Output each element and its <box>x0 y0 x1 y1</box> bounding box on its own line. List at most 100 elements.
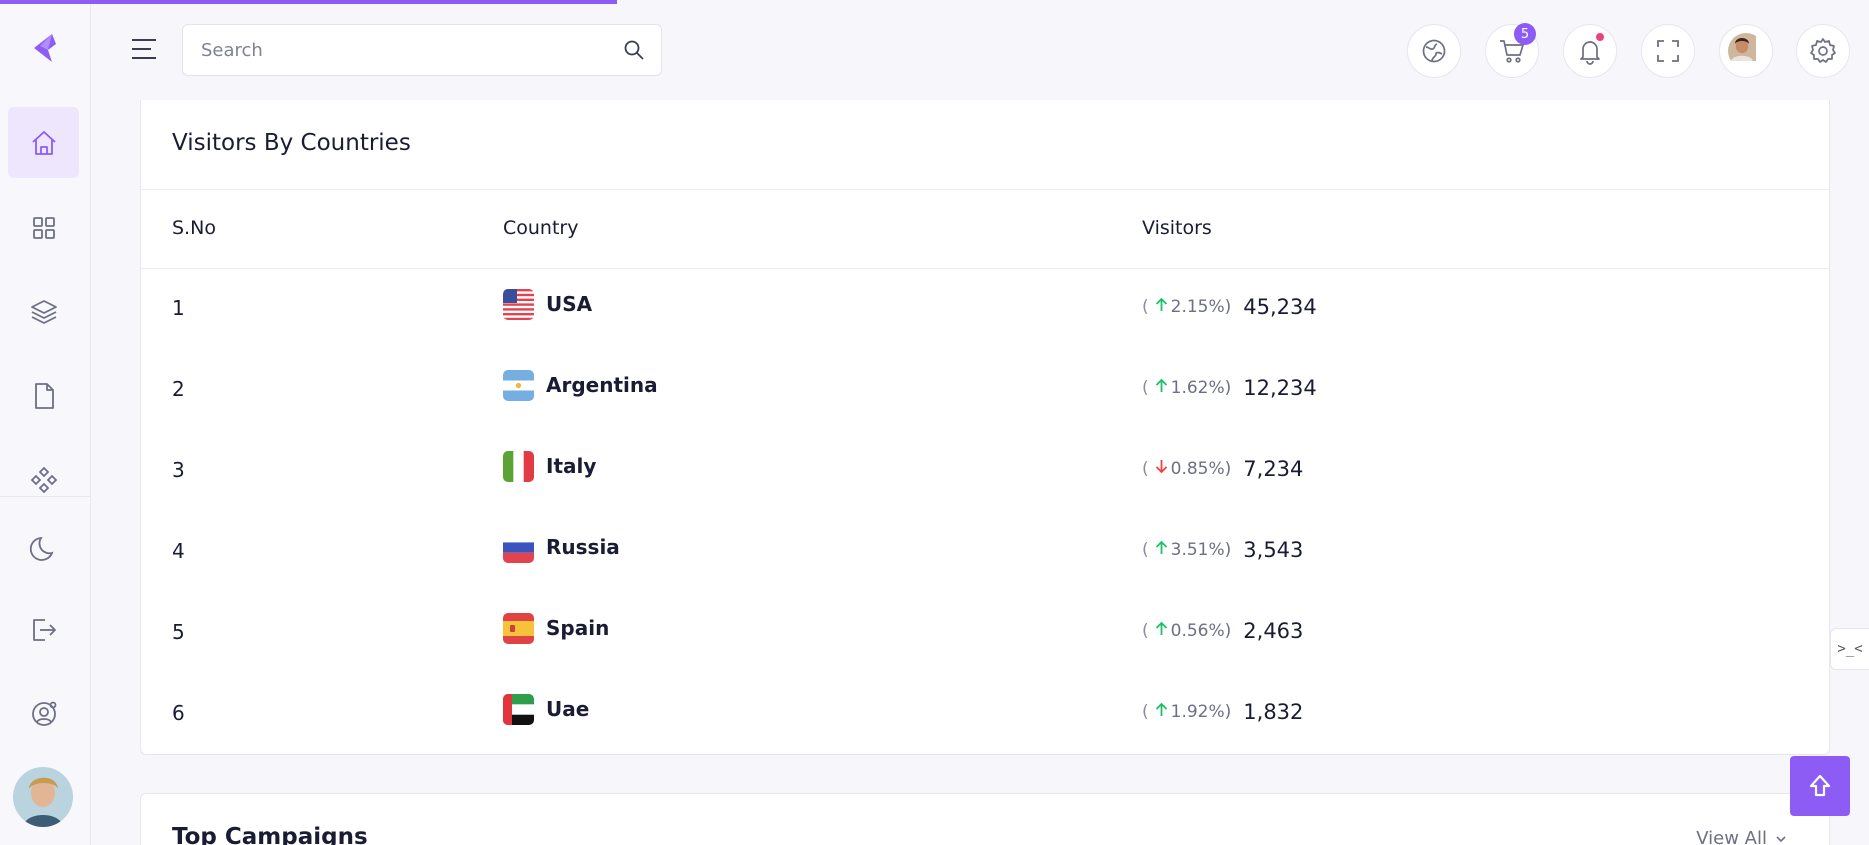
notifications-button[interactable] <box>1563 24 1617 78</box>
row-sno: 5 <box>172 620 185 644</box>
country-name: USA <box>546 292 593 316</box>
fullscreen-button[interactable] <box>1641 24 1695 78</box>
sidebar-item-account-settings[interactable] <box>8 678 79 749</box>
view-all-label: View All <box>1696 828 1767 845</box>
sidebar-divider <box>0 496 90 497</box>
row-country: Italy <box>503 450 596 482</box>
visitor-count: 1,832 <box>1243 700 1304 724</box>
visitor-count: 45,234 <box>1243 295 1317 319</box>
change-open-paren: ( <box>1142 702 1149 722</box>
table-row: 2 Argentina (1.62%) 12,234 <box>141 351 1829 432</box>
country-name: Argentina <box>546 373 658 397</box>
row-sno: 3 <box>172 458 185 482</box>
row-country: Argentina <box>503 369 658 401</box>
hamburger-menu-icon[interactable] <box>129 34 159 64</box>
moon-icon <box>29 536 53 561</box>
top-header: 5 <box>91 0 1869 100</box>
country-flag-icon <box>503 531 534 563</box>
change-open-paren: ( <box>1142 540 1149 560</box>
row-country: Russia <box>503 531 620 563</box>
trend-down-icon <box>1149 458 1171 480</box>
visitor-change: (1.92%) <box>1142 701 1231 723</box>
row-visitors: (3.51%) 3,543 <box>1142 535 1303 565</box>
cart-button[interactable]: 5 <box>1485 23 1539 78</box>
page-load-progress <box>0 0 1869 4</box>
row-visitors: (1.92%) 1,832 <box>1142 697 1303 727</box>
sidebar-item-pages[interactable] <box>8 360 79 431</box>
row-sno: 1 <box>172 296 185 320</box>
row-visitors: (0.56%) 2,463 <box>1142 616 1303 646</box>
row-country: Spain <box>503 612 609 644</box>
visitor-change: (3.51%) <box>1142 539 1231 561</box>
sidebar-item-logout[interactable] <box>8 594 79 665</box>
code-toggle-icon: >_< <box>1837 641 1863 657</box>
row-sno: 4 <box>172 539 185 563</box>
components-icon <box>30 466 57 493</box>
change-percent: 0.85%) <box>1170 459 1232 479</box>
back-to-top-button[interactable] <box>1790 756 1850 816</box>
row-country: USA <box>503 288 592 320</box>
country-flag-icon <box>503 369 534 401</box>
row-sno: 6 <box>172 701 185 725</box>
search-input[interactable] <box>183 25 583 75</box>
change-percent: 1.62%) <box>1170 378 1232 398</box>
trend-up-icon <box>1149 296 1171 318</box>
row-sno: 2 <box>172 377 185 401</box>
country-name: Russia <box>546 535 620 559</box>
row-visitors: (2.15%) 45,234 <box>1142 292 1317 322</box>
visitor-count: 3,543 <box>1243 538 1304 562</box>
settings-button[interactable] <box>1796 24 1850 78</box>
globe-icon <box>1422 39 1446 63</box>
card-divider <box>141 189 1829 190</box>
file-icon <box>34 382 54 409</box>
trend-up-icon <box>1149 377 1171 399</box>
user-settings-icon <box>31 701 56 726</box>
fullscreen-icon <box>1657 40 1679 62</box>
sidebar-item-home[interactable] <box>8 107 79 178</box>
arrow-up-icon <box>1809 774 1831 797</box>
notification-dot <box>1596 33 1604 41</box>
profile-button[interactable] <box>1719 24 1773 78</box>
change-percent: 3.51%) <box>1170 540 1232 560</box>
sidebar-item-dashboards[interactable] <box>8 192 79 263</box>
visitors-by-countries-card: Visitors By Countries S.No Country Visit… <box>140 100 1830 755</box>
row-visitors: (1.62%) 12,234 <box>1142 373 1317 403</box>
visitor-change: (1.62%) <box>1142 377 1231 399</box>
language-button[interactable] <box>1407 24 1461 78</box>
page-load-progress-fill <box>0 0 617 4</box>
cart-count-badge: 5 <box>1514 23 1536 45</box>
row-visitors: (0.85%) 7,234 <box>1142 454 1303 484</box>
brand-logo-icon[interactable] <box>26 30 62 66</box>
change-open-paren: ( <box>1142 621 1149 641</box>
column-header-sno: S.No <box>172 217 216 239</box>
sidebar <box>0 0 91 845</box>
column-header-visitors: Visitors <box>1142 217 1212 239</box>
trend-up-icon <box>1149 701 1171 723</box>
country-flag-icon <box>503 693 534 725</box>
gear-icon <box>1810 38 1836 63</box>
user-avatar[interactable] <box>13 767 73 827</box>
home-icon <box>31 130 56 155</box>
table-row: 5 Spain (0.56%) 2,463 <box>141 594 1829 675</box>
table-row: 6 Uae (1.92%) 1,832 <box>141 675 1829 756</box>
view-all-dropdown[interactable]: View All <box>1696 828 1787 845</box>
card-title: Top Campaigns <box>172 824 368 845</box>
bell-icon <box>1580 41 1600 65</box>
sidebar-item-theme-toggle[interactable] <box>8 510 79 581</box>
table-row: 4 Russia (3.51%) 3,543 <box>141 513 1829 594</box>
table-row: 1 USA (2.15%) 45,234 <box>141 270 1829 351</box>
country-name: Italy <box>546 454 597 478</box>
change-open-paren: ( <box>1142 297 1149 317</box>
sidebar-item-layers[interactable] <box>8 276 79 347</box>
visitor-count: 2,463 <box>1243 619 1304 643</box>
settings-panel-toggle[interactable]: >_< <box>1830 628 1869 670</box>
sidebar-item-components[interactable] <box>8 444 79 515</box>
chevron-down-icon <box>1776 835 1786 842</box>
change-open-paren: ( <box>1142 378 1149 398</box>
search-icon[interactable] <box>623 39 645 61</box>
card-title: Visitors By Countries <box>172 130 411 156</box>
row-country: Uae <box>503 693 589 725</box>
grid-icon <box>32 216 55 239</box>
country-name: Uae <box>546 697 590 721</box>
change-percent: 2.15%) <box>1170 297 1232 317</box>
